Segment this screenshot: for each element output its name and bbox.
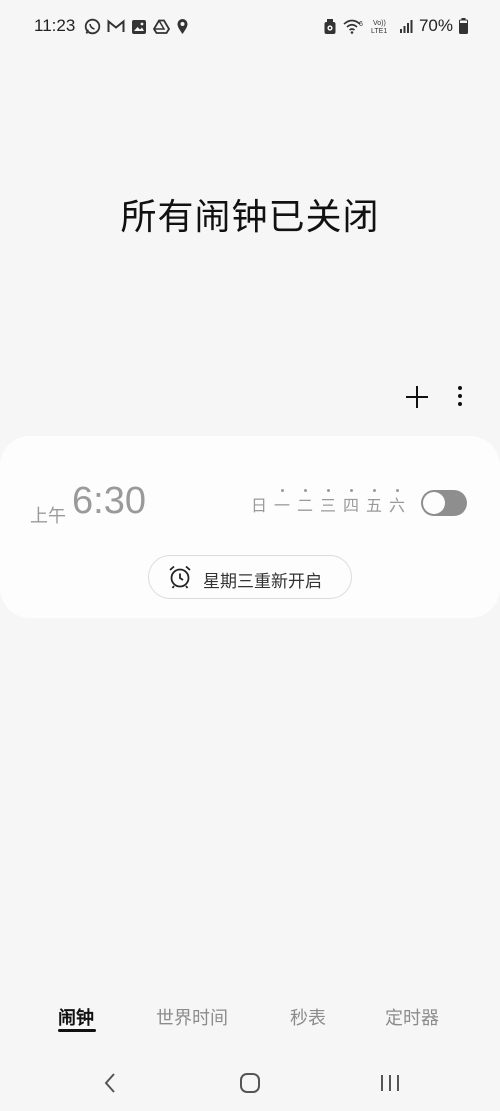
page-title: 所有闹钟已关闭 — [120, 197, 380, 238]
whatsapp-icon — [84, 18, 101, 35]
recent-apps-icon — [381, 1075, 399, 1091]
svg-text:6: 6 — [359, 21, 363, 28]
alarm-ampm: 上午 — [30, 506, 66, 527]
day-wednesday: 三 — [319, 489, 337, 516]
gallery-icon — [132, 19, 146, 34]
day-saturday: 六 — [388, 489, 406, 516]
day-thursday: 四 — [342, 489, 360, 516]
recent-apps-button[interactable] — [378, 1072, 402, 1098]
volte-icon: Vo)) LTE1 — [371, 20, 387, 35]
status-time: 11:23 — [34, 16, 76, 35]
signal-icon — [399, 19, 413, 33]
notification-icons — [84, 18, 189, 35]
add-alarm-button[interactable] — [400, 380, 434, 414]
alarm-clock-icon — [169, 565, 191, 589]
day-tuesday: 二 — [296, 489, 314, 516]
system-status-icons: 6 Vo)) LTE1 70% — [323, 16, 468, 36]
home-icon — [240, 1073, 260, 1093]
tab-timer[interactable]: 定时器 — [385, 1004, 439, 1030]
tab-world-clock[interactable]: 世界时间 — [156, 1004, 228, 1030]
location-icon — [177, 19, 188, 34]
bottom-tabs: 闹钟 世界时间 秒表 定时器 — [0, 1004, 500, 1044]
svg-text:LTE1: LTE1 — [371, 28, 387, 35]
more-options-button[interactable] — [448, 380, 472, 414]
alarm-toggle[interactable] — [421, 490, 467, 516]
gmail-icon — [107, 19, 125, 32]
active-tab-indicator — [58, 1029, 96, 1032]
status-bar: 11:23 6 Vo)) LTE1 70% — [0, 0, 500, 56]
repeat-days: 日 一 二 三 四 五 六 — [250, 489, 406, 516]
back-button[interactable] — [100, 1072, 120, 1098]
battery-percentage: 70% — [418, 16, 453, 35]
more-vertical-icon — [458, 386, 462, 406]
resume-alarm-button[interactable]: 星期三重新开启 — [148, 555, 352, 599]
home-button[interactable] — [239, 1072, 261, 1098]
back-icon — [104, 1073, 115, 1093]
drive-icon — [153, 19, 170, 34]
battery-icon — [459, 18, 468, 34]
toggle-knob — [423, 492, 445, 514]
tab-stopwatch[interactable]: 秒表 — [290, 1004, 326, 1030]
tab-alarm[interactable]: 闹钟 — [58, 1004, 94, 1030]
svg-text:Vo)): Vo)) — [373, 20, 386, 27]
day-sunday: 日 — [250, 496, 267, 515]
alarm-time: 6:30 — [72, 480, 146, 522]
resume-label: 星期三重新开启 — [203, 572, 322, 592]
day-friday: 五 — [365, 489, 383, 516]
day-monday: 一 — [273, 489, 291, 516]
wifi-icon: 6 — [343, 19, 363, 34]
plus-icon — [406, 386, 428, 408]
alarm-status-icon — [324, 18, 336, 34]
